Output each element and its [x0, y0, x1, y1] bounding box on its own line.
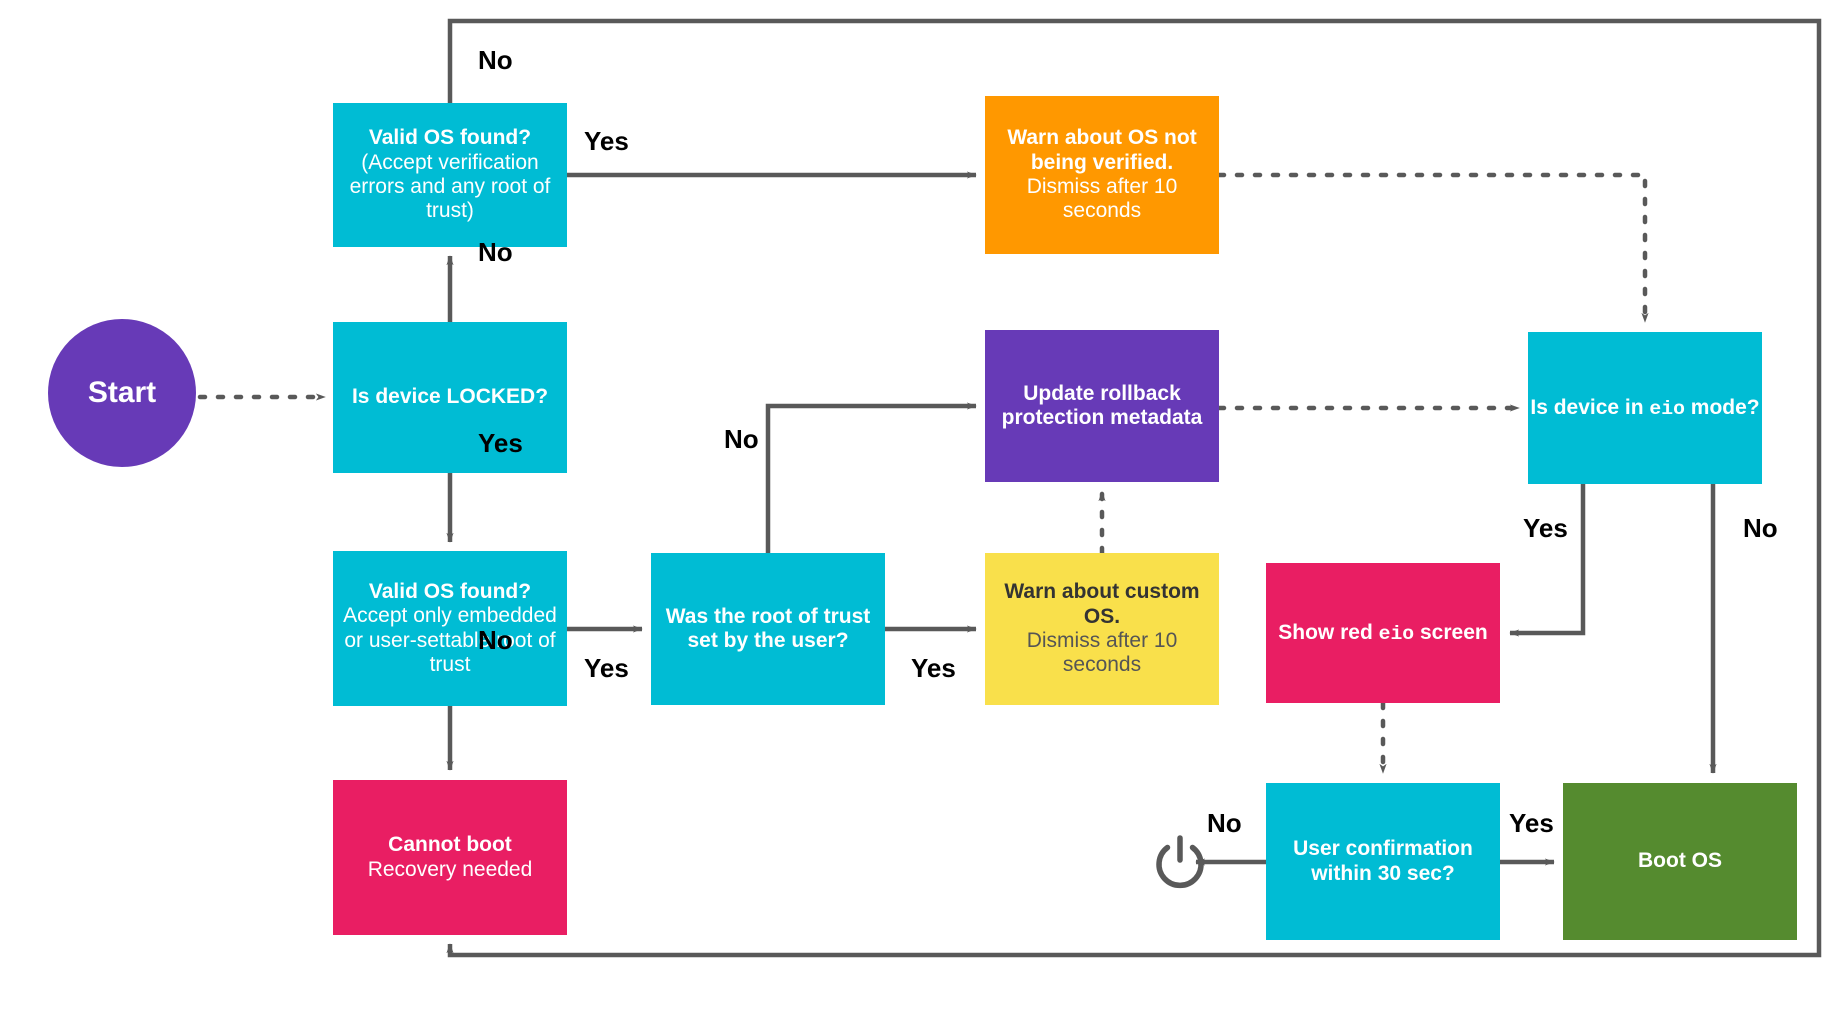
- warn-custom-os-node-subtitle: Dismiss after 10 seconds: [1026, 629, 1178, 677]
- edge-label-no-user-confirmation: No: [1207, 808, 1242, 838]
- start-node-title: Start: [87, 375, 157, 409]
- valid-os-found-unlocked-node-subtitle: (Accept verification errors and any root…: [349, 150, 551, 223]
- boot-os-node: Boot OS: [1563, 783, 1797, 940]
- warn-os-not-verified-node-title: Warn about OS not being verified.: [1007, 126, 1197, 174]
- edge-label-yes-eio-mode: Yes: [1523, 513, 1568, 543]
- edge-label-no-root-of-trust: No: [724, 424, 759, 454]
- is-device-locked-node-title: Is device LOCKED?: [351, 385, 549, 409]
- edge-label-yes-valid-os-unlocked: Yes: [584, 126, 629, 156]
- edge-warn-os-to-eio-mode: [1216, 172, 1649, 325]
- is-device-in-eio-mode-node-title: Is device in eio mode?: [1530, 395, 1760, 420]
- edge-label-yes-user-confirmation: Yes: [1509, 808, 1554, 838]
- edge-eio-mode-yes-to-show-red-eio: [1509, 484, 1586, 637]
- valid-os-found-locked-node-subtitle: Accept only embedded or user-settable ro…: [343, 604, 557, 676]
- cannot-boot-node-subtitle: Recovery needed: [367, 857, 533, 881]
- edge-root-of-trust-no-to-update-rollback: [765, 402, 977, 553]
- boot-os-node-title: Boot OS: [1638, 849, 1722, 873]
- power-icon: [1151, 834, 1209, 892]
- is-device-locked-node: Is device LOCKED?: [333, 322, 567, 473]
- edge-label-yes-root-of-trust: Yes: [911, 653, 956, 683]
- root-of-trust-set-by-user-node-title: Was the root of trust set by the user?: [665, 604, 871, 652]
- warn-os-not-verified-node: Warn about OS not being verified. Dismiss…: [985, 96, 1219, 254]
- valid-os-found-locked-node: Valid OS found? Accept only embedded or u…: [333, 551, 567, 706]
- warn-custom-os-node-title: Warn about custom OS.: [1004, 580, 1200, 628]
- valid-os-found-locked-node-title: Valid OS found?: [368, 579, 532, 603]
- user-confirmation-node: User confirmation within 30 sec?: [1266, 783, 1500, 940]
- show-red-eio-screen-node-title: Show red eio screen: [1278, 620, 1488, 645]
- flowchart-canvas: Valid OS found? (unlocked) [up] --> Vali…: [0, 0, 1838, 1028]
- start-node: Start: [48, 319, 196, 467]
- show-red-eio-screen-node: Show red eio screen: [1266, 563, 1500, 703]
- edge-label-yes-valid-os-locked: Yes: [584, 653, 629, 683]
- user-confirmation-node-title: User confirmation within 30 sec?: [1293, 837, 1473, 885]
- warn-os-not-verified-node-subtitle: Dismiss after 10 seconds: [1026, 175, 1178, 223]
- edge-label-no-device-locked: No: [478, 237, 513, 267]
- is-device-in-eio-mode-node: Is device in eio mode?: [1528, 332, 1762, 484]
- update-rollback-protection-node: Update rollback protection metadata: [985, 330, 1219, 482]
- cannot-boot-node: Cannot boot Recovery needed: [333, 780, 567, 935]
- cannot-boot-node-title: Cannot boot: [388, 833, 512, 857]
- valid-os-found-unlocked-node-title: Valid OS found?: [368, 126, 532, 150]
- update-rollback-protection-node-title: Update rollback protection metadata: [1001, 381, 1203, 429]
- warn-custom-os-node: Warn about custom OS. Dismiss after 10 se…: [985, 553, 1219, 705]
- root-of-trust-set-by-user-node: Was the root of trust set by the user?: [651, 553, 885, 705]
- edge-label-yes-device-locked: Yes: [478, 428, 523, 458]
- valid-os-found-unlocked-node: Valid OS found? (Accept verification erro…: [333, 103, 567, 247]
- edge-label-no-valid-os-locked: No: [478, 625, 513, 655]
- edge-label-no-eio-mode: No: [1743, 513, 1778, 543]
- edge-label-no-valid-os-unlocked: No: [478, 45, 513, 75]
